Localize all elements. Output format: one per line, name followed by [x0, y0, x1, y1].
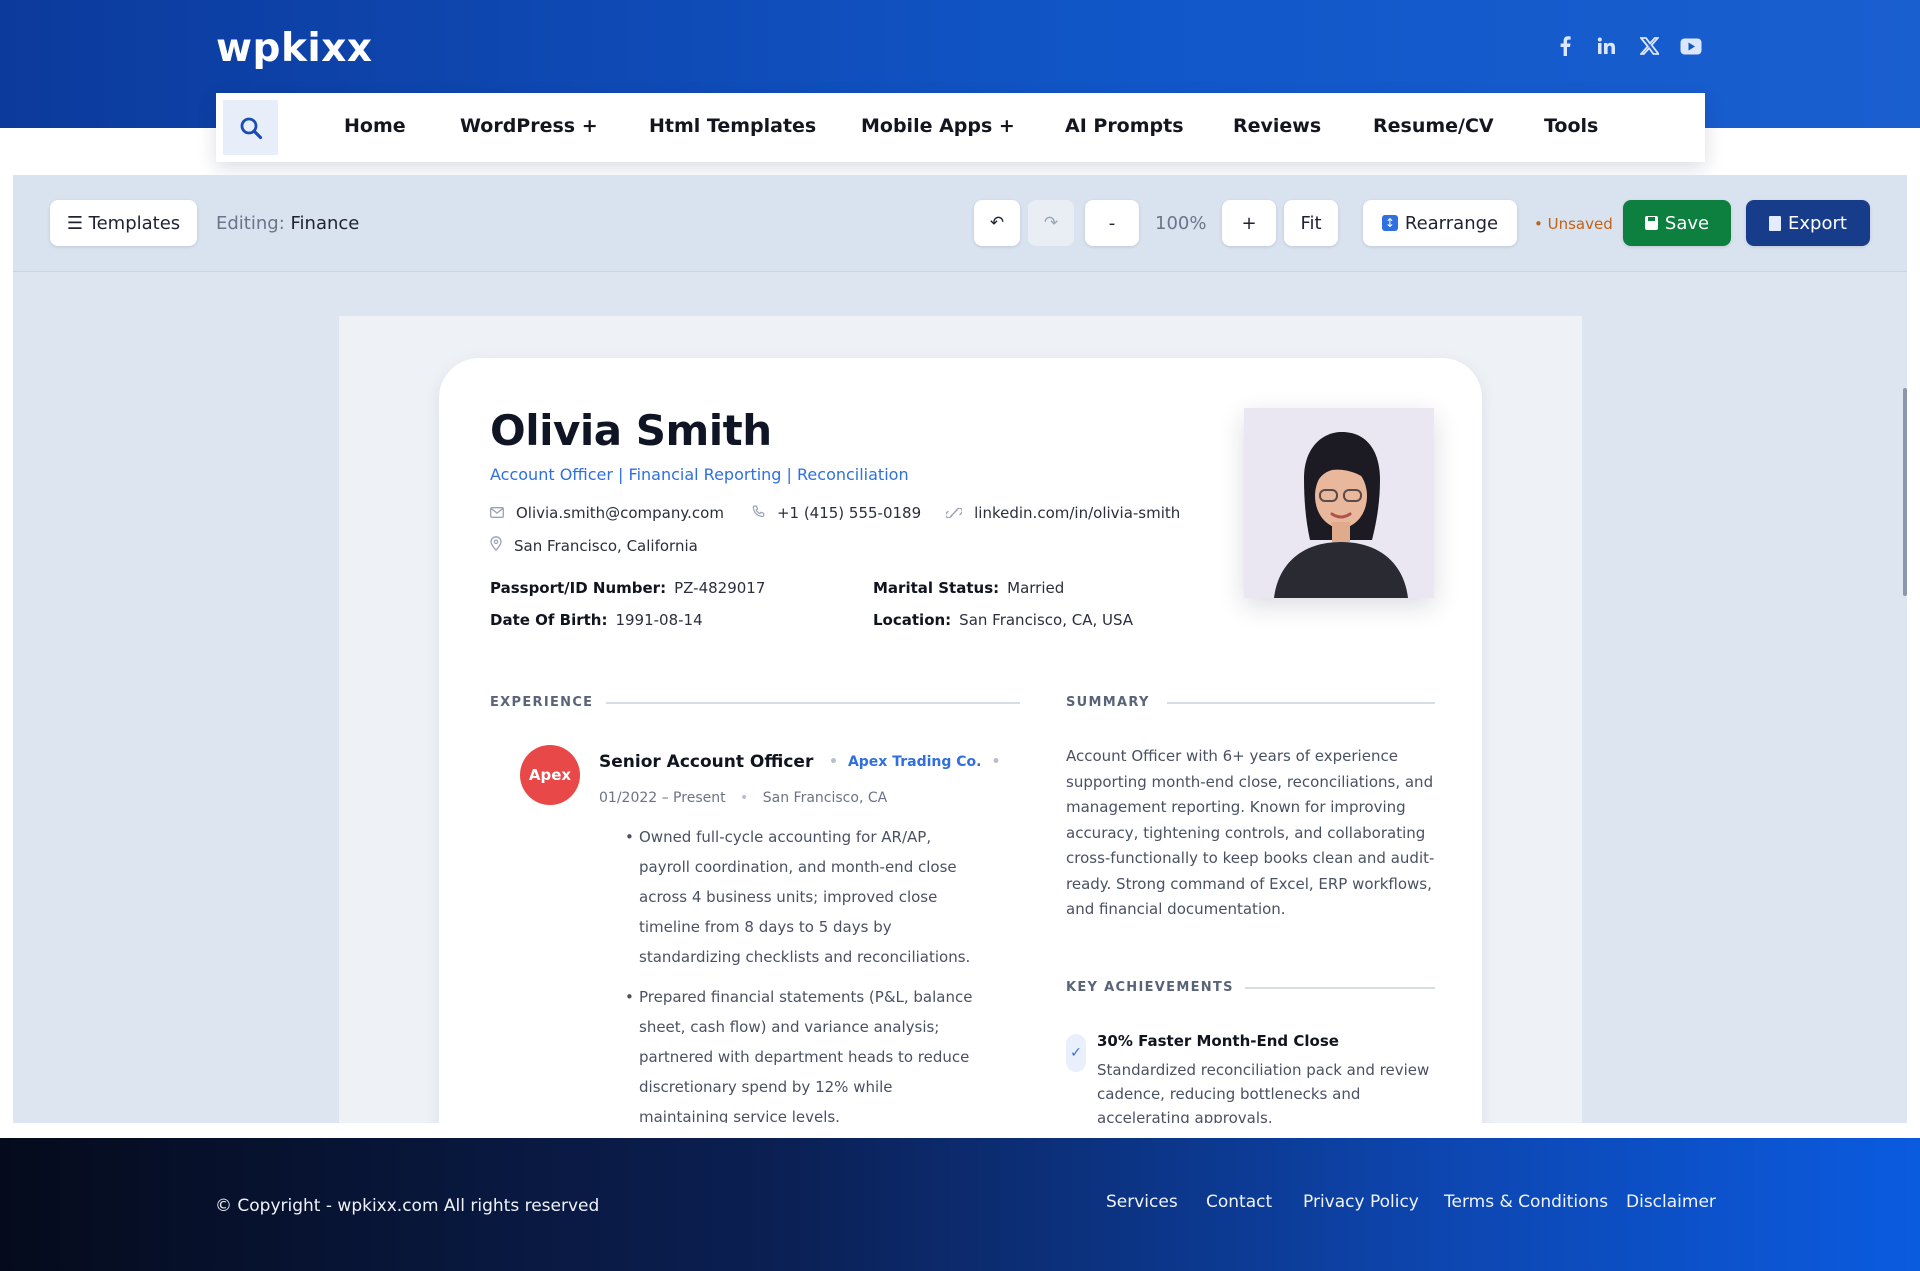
zoom-in-button[interactable]: + [1222, 200, 1276, 246]
fact-passport-value[interactable]: PZ-4829017 [674, 579, 765, 597]
search-button[interactable] [223, 100, 278, 155]
profile-photo[interactable] [1244, 408, 1434, 598]
footer-link-contact[interactable]: Contact [1206, 1192, 1272, 1212]
main-nav: Home WordPress + Html Templates Mobile A… [216, 93, 1705, 162]
undo-button[interactable]: ↶ [974, 200, 1020, 246]
save-label: Save [1664, 212, 1710, 234]
fact-dob-label: Date Of Birth: [490, 611, 608, 629]
job-bullet[interactable]: Prepared financial statements (P&L, bala… [625, 982, 979, 1123]
save-button[interactable]: Save [1623, 200, 1731, 246]
nav-ai-prompts[interactable]: AI Prompts [1065, 115, 1184, 137]
job-dates[interactable]: 01/2022 – Present [599, 790, 726, 806]
redo-icon: ↷ [1043, 213, 1059, 233]
nav-resume-cv[interactable]: Resume/CV [1373, 115, 1494, 137]
fact-marital-label: Marital Status: [873, 579, 1000, 597]
floppy-icon [1644, 216, 1658, 230]
phone-icon [752, 504, 765, 522]
checkmark-icon: ✓ [1066, 1034, 1086, 1072]
templates-button[interactable]: ☰ Templates [50, 200, 197, 246]
job-meta: 01/2022 – Present • San Francisco, CA [599, 790, 887, 806]
nav-html-templates[interactable]: Html Templates [649, 115, 816, 137]
footer-link-privacy[interactable]: Privacy Policy [1303, 1192, 1419, 1212]
canvas-scrollbar[interactable] [1903, 388, 1907, 596]
editor-toolbar: ☰ Templates Editing: Finance ↶ ↷ - 100% … [13, 175, 1907, 272]
link-icon [945, 504, 964, 522]
job-company: • Apex Trading Co. • [829, 754, 1000, 770]
footer-link-terms[interactable]: Terms & Conditions [1444, 1192, 1608, 1212]
export-button[interactable]: Export [1746, 200, 1870, 246]
site-logo[interactable]: wpkixx [216, 26, 373, 71]
fact-location: Location: San Francisco, CA, USA [873, 611, 1133, 629]
x-icon[interactable] [1635, 32, 1663, 60]
contact-location[interactable]: San Francisco, California [514, 537, 698, 555]
achievements-divider [1245, 987, 1435, 989]
fact-location-value[interactable]: San Francisco, CA, USA [959, 611, 1133, 629]
contact-phone[interactable]: +1 (415) 555-0189 [777, 504, 921, 522]
experience-heading: EXPERIENCE [490, 695, 594, 710]
contact-linkedin[interactable]: linkedin.com/in/olivia-smith [974, 504, 1180, 522]
summary-heading: SUMMARY [1066, 695, 1150, 710]
editing-template-name: Finance [290, 213, 360, 234]
fact-marital-value[interactable]: Married [1007, 579, 1064, 597]
resume-card: Olivia Smith Account Officer | Financial… [439, 358, 1482, 1123]
footer-link-disclaimer[interactable]: Disclaimer [1626, 1192, 1716, 1212]
resume-page: Olivia Smith Account Officer | Financial… [339, 316, 1582, 1123]
summary-text[interactable]: Account Officer with 6+ years of experie… [1066, 744, 1436, 923]
company-logo: Apex [520, 745, 580, 805]
fact-location-label: Location: [873, 611, 952, 629]
copyright-text: © Copyright - wpkixx.com All rights rese… [215, 1196, 600, 1216]
job-location[interactable]: San Francisco, CA [763, 790, 887, 806]
nav-tools[interactable]: Tools [1544, 115, 1598, 137]
separator-dot: • [740, 790, 749, 806]
facebook-icon[interactable] [1551, 32, 1579, 60]
rearrange-icon: ↕ [1381, 215, 1398, 231]
fit-button[interactable]: Fit [1284, 200, 1338, 246]
fact-dob: Date Of Birth: 1991-08-14 [490, 611, 703, 629]
fact-dob-value[interactable]: 1991-08-14 [615, 611, 702, 629]
zoom-level: 100% [1155, 213, 1207, 234]
nav-wordpress[interactable]: WordPress + [460, 115, 598, 137]
mail-icon [490, 504, 504, 522]
contact-email[interactable]: Olivia.smith@company.com [516, 504, 724, 522]
fact-passport-label: Passport/ID Number: [490, 579, 667, 597]
summary-divider [1167, 702, 1435, 704]
resume-name[interactable]: Olivia Smith [490, 406, 772, 455]
experience-divider [606, 702, 1020, 704]
site-footer: © Copyright - wpkixx.com All rights rese… [0, 1138, 1920, 1271]
youtube-icon[interactable] [1677, 32, 1705, 60]
job-company-name[interactable]: Apex Trading Co. [848, 754, 982, 770]
canvas-area: Olivia Smith Account Officer | Financial… [13, 273, 1907, 1123]
linkedin-icon[interactable] [1593, 32, 1621, 60]
resume-editor: ☰ Templates Editing: Finance ↶ ↷ - 100% … [13, 175, 1907, 1123]
editing-label: Editing: Finance [216, 213, 359, 234]
job-bullets: Owned full-cycle accounting for AR/AP, p… [625, 822, 979, 1123]
export-label: Export [1788, 212, 1847, 234]
contact-row: Olivia.smith@company.com +1 (415) 555-01… [490, 504, 1180, 522]
unsaved-status: • Unsaved [1534, 215, 1613, 233]
nav-reviews[interactable]: Reviews [1233, 115, 1321, 137]
footer-link-services[interactable]: Services [1106, 1192, 1178, 1212]
document-icon [1769, 215, 1782, 231]
zoom-out-button[interactable]: - [1085, 200, 1139, 246]
location-row: San Francisco, California [490, 536, 698, 555]
editing-label-text: Editing: [216, 213, 285, 234]
undo-icon: ↶ [989, 213, 1005, 233]
fact-passport: Passport/ID Number: PZ-4829017 [490, 579, 765, 597]
rearrange-button[interactable]: ↕ Rearrange [1363, 200, 1517, 246]
nav-home[interactable]: Home [344, 115, 406, 137]
achievement-description[interactable]: Standardized reconciliation pack and rev… [1097, 1058, 1437, 1123]
job-title[interactable]: Senior Account Officer [599, 752, 813, 772]
nav-mobile-apps[interactable]: Mobile Apps + [861, 115, 1015, 137]
map-pin-icon [490, 536, 502, 555]
separator-dot: • [829, 754, 838, 770]
separator-dot: • [991, 754, 1001, 770]
achievements-heading: KEY ACHIEVEMENTS [1066, 980, 1234, 995]
job-bullet[interactable]: Owned full-cycle accounting for AR/AP, p… [625, 822, 979, 972]
redo-button[interactable]: ↷ [1028, 200, 1074, 246]
fact-marital: Marital Status: Married [873, 579, 1064, 597]
rearrange-label: Rearrange [1404, 212, 1499, 234]
resume-headline[interactable]: Account Officer | Financial Reporting | … [490, 465, 909, 484]
achievement-title[interactable]: 30% Faster Month-End Close [1097, 1032, 1339, 1050]
search-icon [240, 117, 262, 139]
